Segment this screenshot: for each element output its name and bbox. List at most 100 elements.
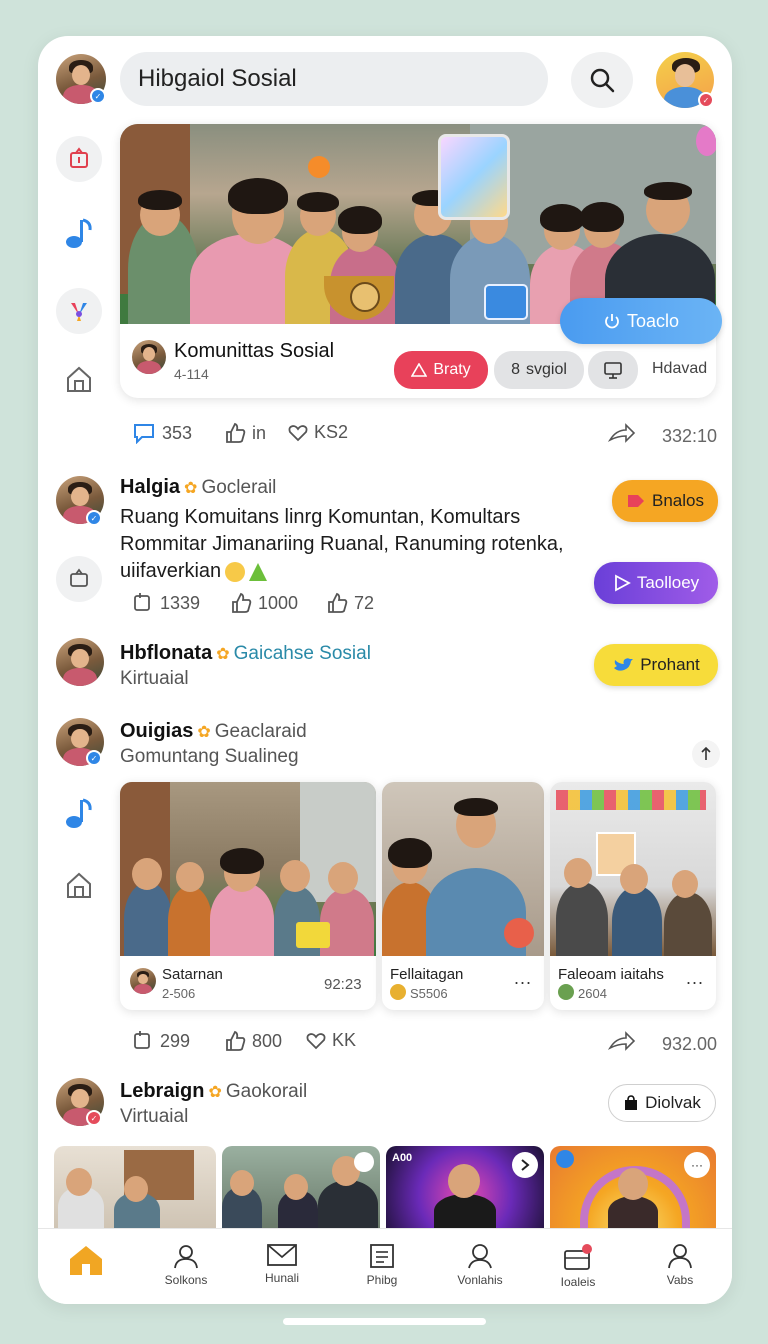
gallery-card[interactable]: Satarnan 2-506 92:23 [120, 782, 376, 1010]
app-screen: ✓ Hibgaiol Sosial ✓ Komunittas Sosial 4-… [38, 36, 732, 1304]
smiley-emoji-icon [225, 561, 246, 582]
arrow-tag-icon [628, 495, 644, 507]
verified-badge-icon: ✓ [86, 750, 102, 766]
hearts-stat[interactable]: KS2 [288, 422, 348, 443]
tag-braty-button[interactable]: Braty [394, 351, 488, 389]
search-button[interactable] [571, 52, 633, 108]
gold-badge-icon: ✿ [208, 1083, 222, 1101]
post-subtitle: Kirtuaial [120, 668, 189, 689]
verified-badge-icon: ✓ [86, 510, 102, 526]
tab-phibg[interactable]: Phibg [334, 1229, 430, 1304]
share-arrow-icon [608, 423, 636, 443]
share-count: 332:10 [662, 426, 718, 446]
featured-post-card[interactable]: Komunittas Sosial 4-114 Braty 8 svgiol H… [120, 124, 716, 398]
post-handle[interactable]: Goclerail [201, 477, 276, 499]
post-author-name[interactable]: Ouigias [120, 720, 193, 743]
next-arrow-button[interactable] [512, 1152, 538, 1178]
diolvak-button[interactable]: Diolvak [608, 1084, 716, 1122]
gallery-sticker-icon [558, 984, 574, 1000]
comments-stat[interactable]: 353 [132, 422, 192, 444]
verified-badge-icon: ✓ [90, 88, 106, 104]
strip-photo[interactable] [54, 1146, 216, 1228]
search-input[interactable]: Hibgaiol Sosial [120, 52, 548, 106]
prohant-button[interactable]: Prohant [594, 644, 718, 686]
rail-music-button[interactable] [64, 216, 94, 255]
play-outline-icon [614, 574, 631, 592]
post-stat-b[interactable]: 1000 [230, 592, 298, 614]
strip-photo[interactable]: A00 [386, 1146, 544, 1228]
featured-author-name[interactable]: Komunittas Sosial [174, 340, 334, 363]
profile-outline-icon [468, 1244, 492, 1269]
tag-svgiol-button[interactable]: 8 svgiol [494, 351, 584, 389]
post-stat-a[interactable]: 1339 [132, 592, 200, 614]
tab-home[interactable] [38, 1229, 134, 1304]
heart-icon [288, 424, 308, 441]
tab-solkons[interactable]: Solkons [138, 1229, 234, 1304]
more-options-icon[interactable]: ... [514, 968, 532, 989]
home-outline-icon [67, 872, 91, 898]
tag-hdavad-link[interactable]: Hdavad [652, 360, 707, 378]
inbox-notification-icon [564, 1244, 592, 1270]
strip-photo[interactable]: ··· [550, 1146, 716, 1228]
thumbs-up-icon [328, 592, 348, 613]
gallery-title: Faleoam iaitahs [558, 966, 664, 983]
post-stat-b[interactable]: 800 [224, 1030, 282, 1052]
gallery-author-avatar [130, 968, 156, 994]
bnalos-button[interactable]: Bnalos [612, 480, 718, 522]
tab-bar: Solkons Hunali Phibg Vonlahis Ioaleis Va… [38, 1228, 732, 1304]
more-options-button[interactable]: ··· [684, 1152, 710, 1178]
featured-author-avatar[interactable] [132, 340, 166, 374]
post-author-name[interactable]: Lebraign [120, 1080, 204, 1103]
taolloey-button[interactable]: Taolloey [594, 562, 718, 604]
rail-bookmark-button[interactable] [56, 136, 102, 182]
music-note-icon [66, 218, 92, 248]
tab-hunali[interactable]: Hunali [234, 1229, 330, 1304]
toaclo-button[interactable]: Toaclo [560, 298, 722, 344]
post-handle[interactable]: Geaclaraid [215, 721, 307, 743]
scroll-up-button[interactable] [692, 740, 720, 768]
strip-photo[interactable] [222, 1146, 380, 1228]
thumbs-up-icon [226, 422, 246, 443]
arrow-up-icon [701, 747, 711, 760]
music-note-icon [66, 798, 92, 828]
document-icon [370, 1244, 394, 1268]
post-handle[interactable]: Gaicahse Sosial [234, 643, 371, 665]
post-save-button[interactable] [56, 556, 102, 602]
post-handle[interactable]: Gaokorail [226, 1081, 307, 1103]
strip-check-badge-icon [556, 1150, 574, 1168]
user-outline-icon [174, 1245, 198, 1269]
home-indicator[interactable] [283, 1318, 486, 1325]
rail-music-button[interactable] [64, 796, 94, 835]
gallery-card[interactable]: Fellaitagan S5506 ... [382, 782, 544, 1010]
rail-home-button[interactable] [64, 364, 94, 399]
display-button[interactable] [588, 351, 638, 389]
rail-home-button[interactable] [64, 870, 94, 905]
more-options-icon[interactable]: ... [686, 968, 704, 989]
gallery-title: Fellaitagan [390, 966, 464, 983]
post-stat-c[interactable]: KK [306, 1030, 356, 1051]
post-author-name[interactable]: Halgia [120, 476, 180, 499]
flower-logo-icon [71, 303, 87, 321]
post-stat-a[interactable]: 299 [132, 1030, 190, 1052]
post-header: Halgia ✿ Goclerail [120, 476, 276, 499]
monitor-icon [604, 362, 622, 379]
gold-badge-icon: ✿ [197, 723, 211, 741]
tab-ioaleis[interactable]: Ioaleis [530, 1229, 626, 1304]
home-filled-icon [70, 1246, 102, 1275]
post-avatar[interactable] [56, 638, 104, 686]
post-header: Hbflonata ✿ Gaicahse Sosial [120, 642, 371, 665]
tab-vabs[interactable]: Vabs [632, 1229, 728, 1304]
likes-stat[interactable]: in [224, 422, 266, 444]
tab-vonlahis[interactable]: Vonlahis [432, 1229, 528, 1304]
share-count: 932.00 [662, 1034, 718, 1054]
post-subtitle: Virtuaial [120, 1106, 189, 1127]
share-stat[interactable] [608, 422, 636, 444]
repost-icon [134, 1031, 150, 1049]
post-stat-c[interactable]: 72 [326, 592, 374, 614]
gallery-meta: 2604 [578, 986, 607, 1001]
gallery-title: Satarnan [162, 966, 223, 983]
gallery-card[interactable]: Faleoam iaitahs 2604 ... [550, 782, 716, 1010]
post-author-name[interactable]: Hbflonata [120, 642, 212, 665]
share-stat[interactable] [608, 1030, 636, 1052]
rail-flower-button[interactable] [56, 288, 102, 334]
